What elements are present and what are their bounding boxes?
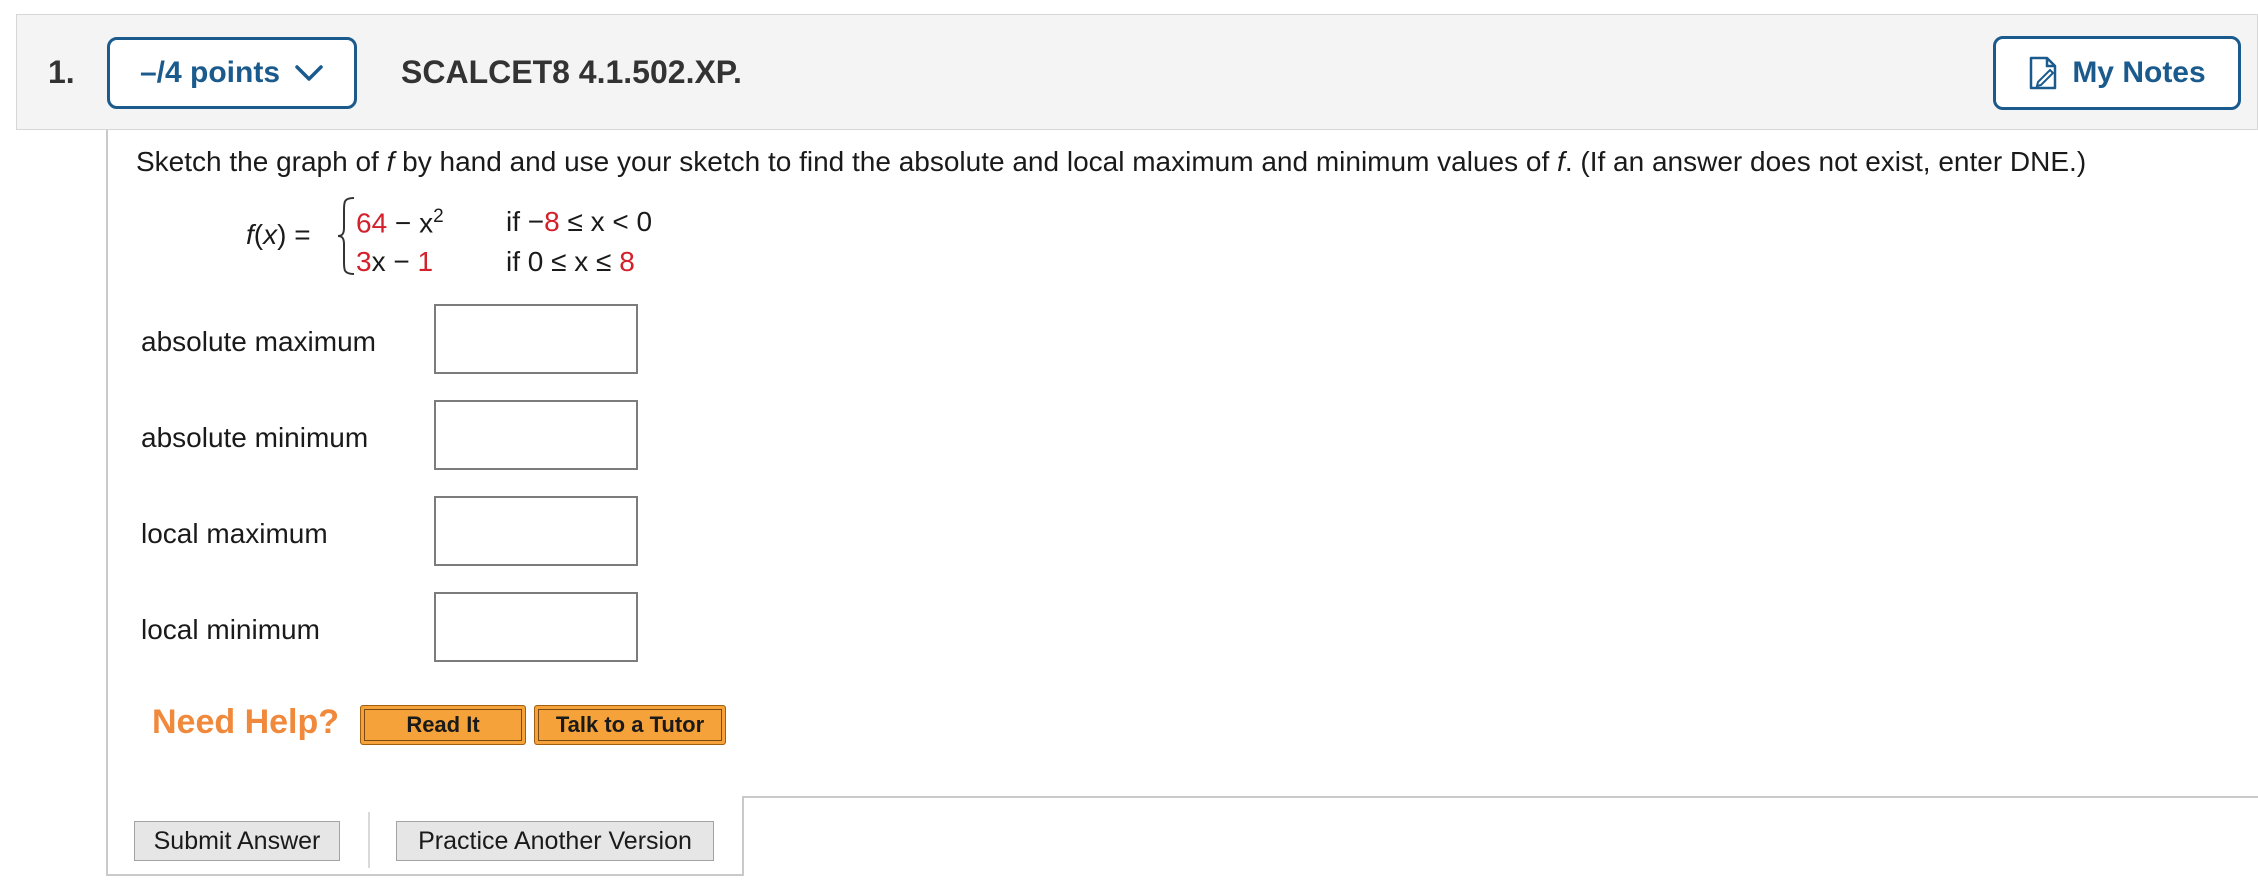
my-notes-button[interactable]: My Notes <box>1993 36 2241 110</box>
local-minimum-input[interactable] <box>434 592 638 662</box>
panel-border-left <box>106 130 108 876</box>
case1-condition: if −8 ≤ x < 0 <box>506 206 653 237</box>
panel-border-top <box>742 796 2258 798</box>
submit-answer-button[interactable]: Submit Answer <box>134 821 340 861</box>
points-label: –/4 points <box>139 56 281 89</box>
question-code: SCALCET8 4.1.502.XP. <box>401 54 742 90</box>
absolute-maximum-label: absolute maximum <box>141 326 376 357</box>
curly-brace <box>337 197 355 275</box>
local-maximum-label: local maximum <box>141 518 328 549</box>
panel-border-bottom <box>106 874 744 876</box>
chevron-down-icon <box>295 65 323 81</box>
question-text: Sketch the graph of f by hand and use yo… <box>136 146 2087 177</box>
need-help-label: Need Help? <box>152 703 340 741</box>
absolute-minimum-label: absolute minimum <box>141 422 369 453</box>
case2-condition: if 0 ≤ x ≤ 8 <box>506 246 635 277</box>
function-name: f(x) = <box>246 219 311 250</box>
button-separator <box>368 812 370 868</box>
question-number: 1. <box>48 54 75 90</box>
local-minimum-label: local minimum <box>141 614 320 645</box>
absolute-maximum-input[interactable] <box>434 304 638 374</box>
absolute-minimum-input[interactable] <box>434 400 638 470</box>
case2-expression: 3x − 1 <box>356 246 434 277</box>
points-dropdown-button[interactable]: –/4 points <box>107 37 357 109</box>
case1-expression: 64 − x2 <box>356 206 444 239</box>
local-maximum-input[interactable] <box>434 496 638 566</box>
my-notes-label: My Notes <box>2072 56 2206 89</box>
panel-border-right <box>742 796 744 876</box>
talk-to-tutor-button[interactable]: Talk to a Tutor <box>534 705 726 745</box>
note-edit-icon <box>2030 56 2057 90</box>
read-it-button[interactable]: Read It <box>360 705 526 745</box>
practice-another-version-button[interactable]: Practice Another Version <box>396 821 714 861</box>
